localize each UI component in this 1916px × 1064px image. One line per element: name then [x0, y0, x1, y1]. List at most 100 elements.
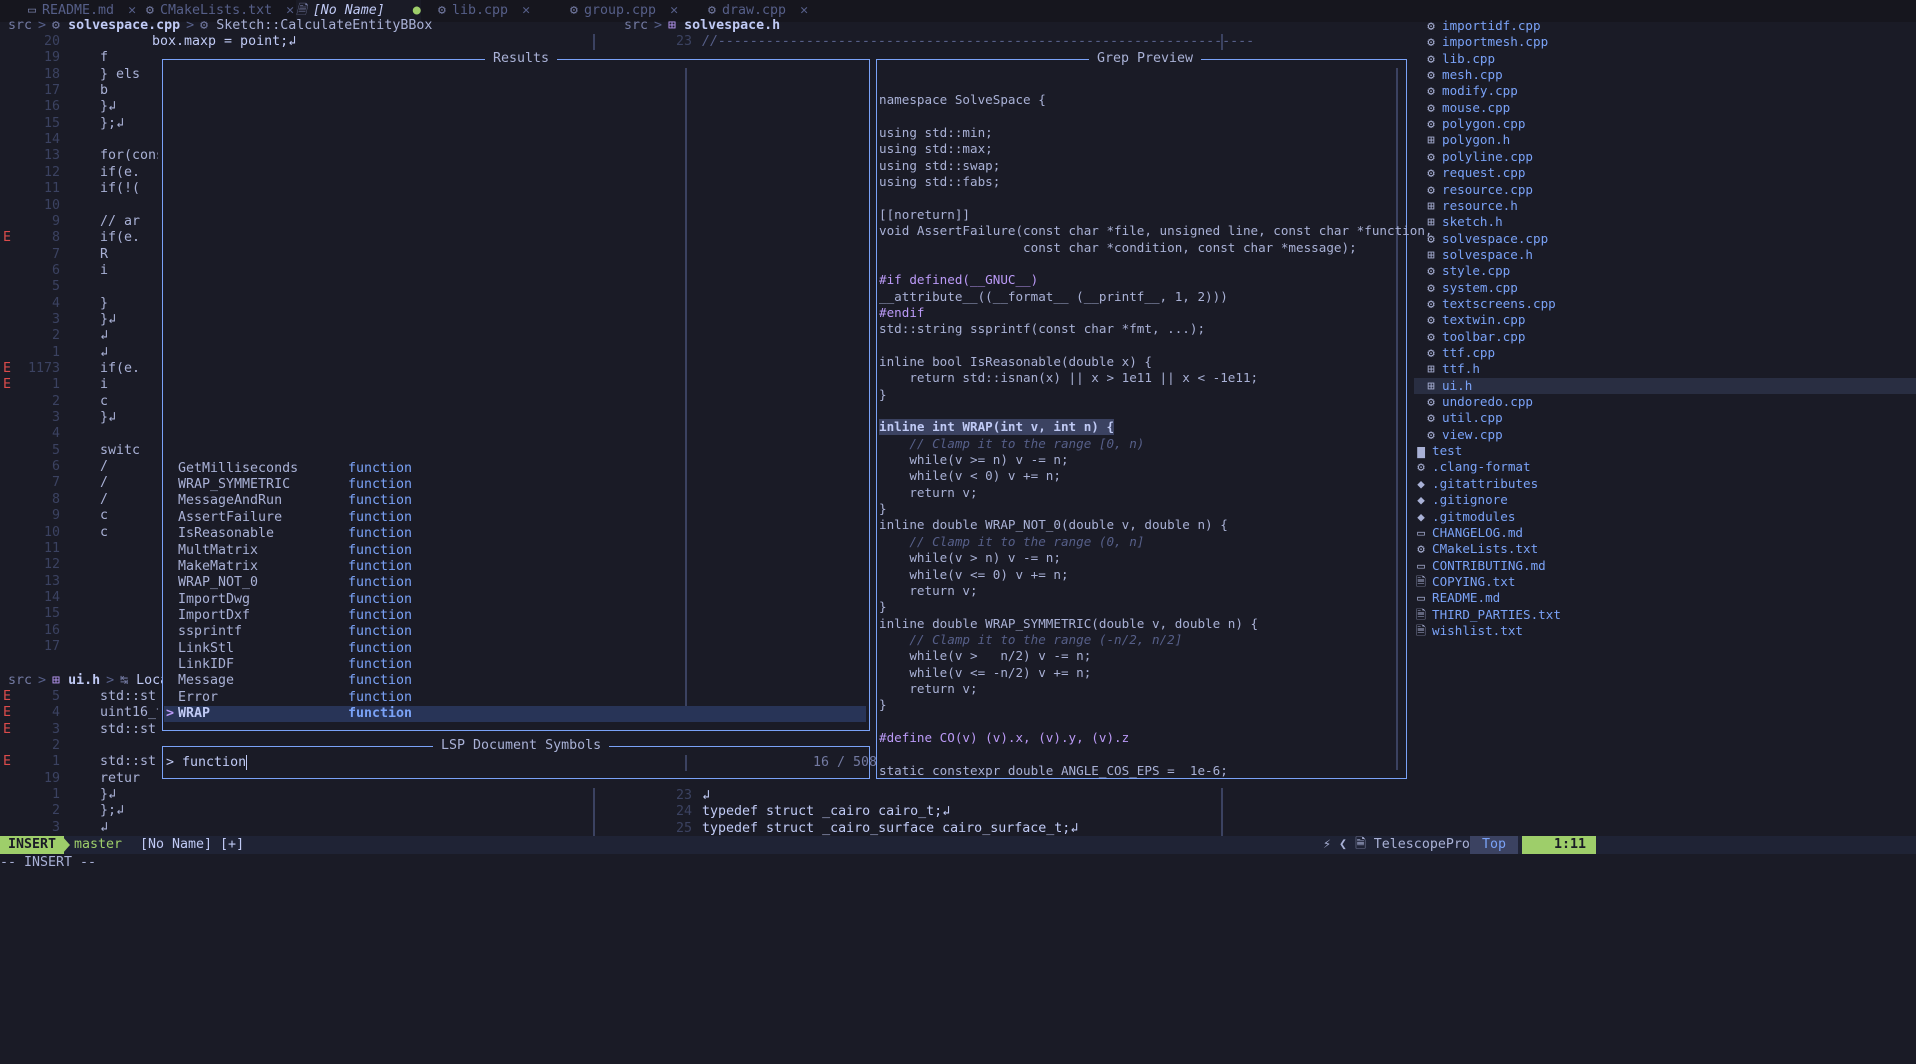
scroll-position: Top: [1470, 836, 1519, 854]
result-item[interactable]: WRAP_SYMMETRIC function: [178, 477, 412, 493]
tree-item--gitmodules[interactable]: ◆ .gitmodules: [1414, 509, 1916, 525]
tree-item-changelog-md[interactable]: ▭ CHANGELOG.md: [1414, 525, 1916, 541]
tree-item-cmakelists-txt[interactable]: ⚙ CMakeLists.txt: [1414, 541, 1916, 557]
tree-item-toolbar-cpp[interactable]: ⚙ toolbar.cpp: [1414, 329, 1916, 345]
tree-item-wishlist-txt[interactable]: 🗎 wishlist.txt: [1414, 623, 1916, 639]
result-item[interactable]: MultMatrix function: [178, 543, 412, 559]
tab-3[interactable]: ⚙ lib.cpp ✕: [438, 0, 530, 22]
tree-item-test[interactable]: ▆ test: [1414, 443, 1916, 459]
result-item[interactable]: LinkIDF function: [178, 657, 412, 673]
tree-item-ui-h[interactable]: ⊞ ui.h: [1414, 377, 1916, 394]
code-text: f: [100, 50, 109, 66]
tree-item-textscreens-cpp[interactable]: ⚙ textscreens.cpp: [1414, 296, 1916, 312]
result-item[interactable]: MakeMatrix function: [178, 558, 412, 575]
status-right: ⚡ ❮ 🗎 TelescopePrompt: [1323, 836, 1494, 854]
tree-item-contributing-md[interactable]: ▭ CONTRIBUTING.md: [1414, 558, 1916, 574]
tree-item-copying-txt[interactable]: 🗎 COPYING.txt: [1414, 574, 1916, 590]
line-number: 3: [51, 311, 60, 327]
tree-item-importidf-cpp[interactable]: ⚙ importidf.cpp: [1414, 18, 1916, 34]
tree-item-ttf-cpp[interactable]: ⚙ ttf.cpp: [1414, 345, 1916, 361]
tree-item-importmesh-cpp[interactable]: ⚙ importmesh.cpp: [1414, 34, 1916, 50]
code-text: box.maxp = point;↲: [152, 34, 297, 49]
tree-item-util-cpp[interactable]: ⚙ util.cpp: [1414, 410, 1916, 426]
prompt-value[interactable]: function: [182, 755, 246, 770]
result-item[interactable]: ImportDxf function: [178, 608, 412, 624]
line-number: 9: [51, 213, 60, 229]
result-item[interactable]: > WRAP function: [164, 706, 866, 722]
preview-line: }: [879, 501, 887, 517]
result-item[interactable]: IsReasonable function: [178, 526, 412, 542]
tree-item--gitattributes[interactable]: ◆ .gitattributes: [1414, 476, 1916, 492]
tree-item-label: textwin.cpp: [1442, 312, 1526, 328]
tree-item-label: ttf.h: [1442, 361, 1480, 377]
file-icon: ⚙: [1427, 394, 1435, 410]
tree-item-label: polygon.h: [1442, 132, 1511, 148]
breadcrumb-symbol[interactable]: Sketch::CalculateEntityBBox: [216, 18, 432, 33]
symbol-name: WRAP_SYMMETRIC: [178, 477, 291, 493]
tree-item-readme-md[interactable]: ▭ README.md: [1414, 590, 1916, 606]
tree-item-lib-cpp[interactable]: ⚙ lib.cpp: [1414, 51, 1916, 67]
symbol-kind: function: [348, 673, 413, 689]
prompt-input[interactable]: > function: [166, 753, 248, 773]
tree-item-polygon-h[interactable]: ⊞ polygon.h: [1414, 132, 1916, 148]
breadcrumb-file[interactable]: solvespace.h: [684, 18, 780, 33]
breadcrumb-left[interactable]: src > ⚙ solvespace.cpp > ⚙ Sketch::Calculate…: [8, 16, 432, 36]
file-icon: ⚙: [1427, 50, 1435, 66]
tree-item-resource-h[interactable]: ⊞ resource.h: [1414, 198, 1916, 214]
tree-item-sketch-h[interactable]: ⊞ sketch.h: [1414, 214, 1916, 230]
result-item[interactable]: ssprintf function: [178, 624, 412, 640]
close-icon[interactable]: ✕: [800, 3, 808, 18]
file-icon: ◆: [1417, 492, 1425, 508]
tree-item-solvespace-h[interactable]: ⊞ solvespace.h: [1414, 247, 1916, 263]
preview-scrollbar[interactable]: [1396, 68, 1398, 770]
line-number: 17: [43, 638, 60, 654]
breadcrumb-root[interactable]: src: [624, 18, 648, 33]
tree-item-ttf-h[interactable]: ⊞ ttf.h: [1414, 361, 1916, 377]
tree-item-polygon-cpp[interactable]: ⚙ polygon.cpp: [1414, 116, 1916, 132]
tree-item-view-cpp[interactable]: ⚙ view.cpp: [1414, 427, 1916, 443]
tree-item-mesh-cpp[interactable]: ⚙ mesh.cpp: [1414, 67, 1916, 83]
result-item[interactable]: Message function: [178, 673, 412, 689]
file-icon: ⚙: [1427, 312, 1435, 328]
git-branch[interactable]: master: [66, 836, 122, 854]
file-icon: ⚙: [1427, 263, 1435, 279]
close-icon[interactable]: ✕: [522, 3, 530, 18]
tree-item-mouse-cpp[interactable]: ⚙ mouse.cpp: [1414, 100, 1916, 116]
breadcrumb-root[interactable]: src: [8, 18, 32, 33]
symbol-name: MakeMatrix: [178, 558, 259, 574]
tree-item-modify-cpp[interactable]: ⚙ modify.cpp: [1414, 83, 1916, 99]
tree-item-request-cpp[interactable]: ⚙ request.cpp: [1414, 165, 1916, 181]
result-item[interactable]: AssertFailure function: [178, 510, 412, 526]
breadcrumb-file[interactable]: ui.h: [68, 673, 100, 688]
tree-item--gitignore[interactable]: ◆ .gitignore: [1414, 492, 1916, 508]
tree-item-style-cpp[interactable]: ⚙ style.cpp: [1414, 263, 1916, 279]
line-number: 2: [51, 393, 60, 409]
result-item[interactable]: Error function: [178, 690, 412, 706]
result-item[interactable]: LinkStl function: [178, 641, 412, 657]
result-item[interactable]: MessageAndRun function: [178, 493, 412, 509]
tree-item-polyline-cpp[interactable]: ⚙ polyline.cpp: [1414, 149, 1916, 165]
line-number: 16: [43, 99, 60, 115]
tree-item-resource-cpp[interactable]: ⚙ resource.cpp: [1414, 182, 1916, 198]
tree-item--clang-format[interactable]: ⚙ .clang-format: [1414, 459, 1916, 475]
tree-item-third-parties-txt[interactable]: 🗎 THIRD_PARTIES.txt: [1414, 607, 1916, 623]
code-text: switc: [100, 442, 141, 458]
tree-item-textwin-cpp[interactable]: ⚙ textwin.cpp: [1414, 312, 1916, 328]
preview-line: // Clamp it to the range [0, n): [879, 435, 1145, 451]
tree-item-undoredo-cpp[interactable]: ⚙ undoredo.cpp: [1414, 394, 1916, 410]
tree-item-solvespace-cpp[interactable]: ⚙ solvespace.cpp: [1414, 231, 1916, 247]
tree-item-system-cpp[interactable]: ⚙ system.cpp: [1414, 280, 1916, 296]
file-icon: ⊞: [1427, 377, 1435, 393]
result-item[interactable]: WRAP_NOT_0 function: [178, 575, 412, 591]
preview-line: inline double WRAP_NOT_0(double v, doubl…: [879, 517, 1228, 533]
result-item[interactable]: ImportDwg function: [178, 592, 412, 608]
file-icon: ⊞: [1427, 361, 1435, 377]
lsp-icon: ⚡: [1323, 837, 1332, 852]
breadcrumb-root[interactable]: src: [8, 673, 32, 688]
breadcrumb-bottom[interactable]: src > ⊞ ui.h > ↹ Locale: [8, 671, 184, 691]
result-item[interactable]: GetMilliseconds function: [178, 461, 412, 477]
tree-item-label: textscreens.cpp: [1442, 295, 1556, 311]
preview-line: while(v >= n) v -= n;: [879, 452, 1069, 468]
breadcrumb-right[interactable]: src > ⊞ solvespace.h: [624, 16, 780, 36]
breadcrumb-file[interactable]: solvespace.cpp: [68, 18, 180, 33]
